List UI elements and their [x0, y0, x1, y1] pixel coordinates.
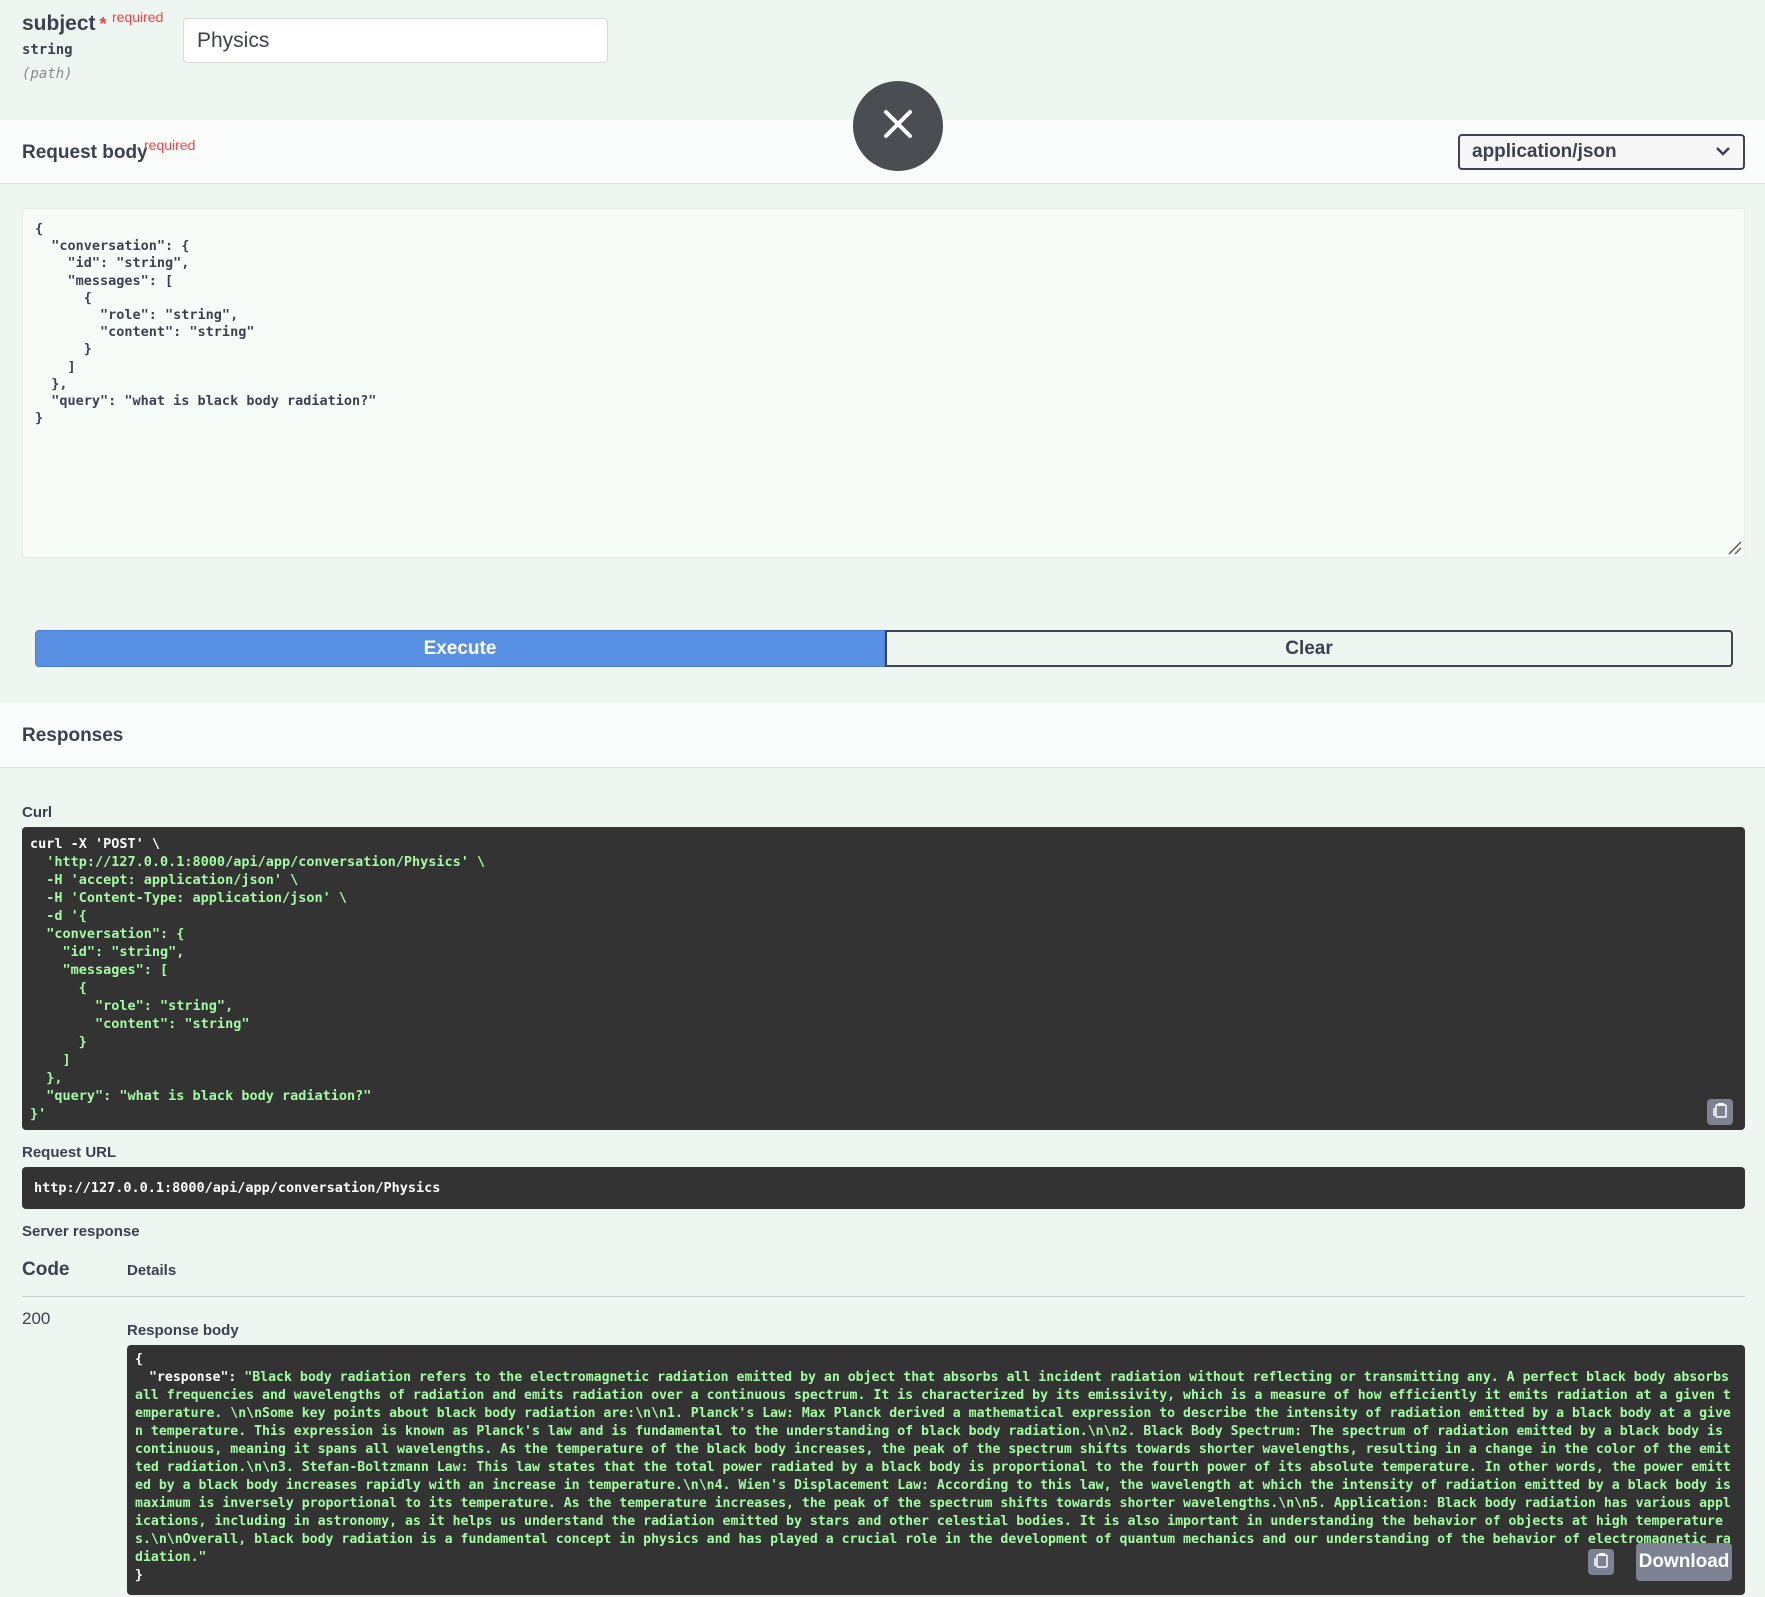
curl-line: curl -X 'POST' \	[30, 836, 161, 852]
copy-curl-button[interactable]	[1707, 1099, 1733, 1125]
request-url-value: http://127.0.0.1:8000/api/app/conversati…	[22, 1167, 1745, 1209]
response-key: "response":	[149, 1370, 237, 1385]
content-type-select[interactable]: application/json	[1458, 134, 1745, 170]
response-content: "response": "Black body radiation refers…	[135, 1369, 1737, 1567]
response-code: 200	[22, 1309, 51, 1328]
response-body-label: Response body	[127, 1322, 239, 1339]
curl-line: "conversation": {	[30, 926, 185, 942]
curl-line: {	[30, 980, 87, 996]
curl-label: Curl	[22, 804, 52, 821]
curl-line: 'http://127.0.0.1:8000/api/app/conversat…	[30, 854, 486, 870]
request-url-label: Request URL	[22, 1144, 117, 1161]
code-column-header: Code	[22, 1259, 70, 1280]
response-close-brace: }	[135, 1568, 143, 1583]
clear-button[interactable]: Clear	[885, 630, 1733, 667]
parameter-name: subject *	[22, 12, 107, 36]
request-body-required-label: required	[144, 137, 196, 153]
content-type-value: application/json	[1472, 141, 1617, 162]
details-column-header: Details	[127, 1262, 177, 1279]
curl-line: -H 'Content-Type: application/json' \	[30, 890, 347, 906]
copy-response-button[interactable]	[1588, 1549, 1614, 1575]
request-body-editor[interactable]: { "conversation": { "id": "string", "mes…	[22, 208, 1745, 558]
subject-input[interactable]: Physics	[183, 18, 608, 63]
parameter-required-label: required	[112, 9, 164, 25]
chevron-down-icon	[1715, 136, 1731, 179]
curl-line: "query": "what is black body radiation?"	[30, 1088, 372, 1104]
curl-line: "role": "string",	[30, 998, 234, 1014]
parameter-location: (path)	[22, 66, 73, 82]
curl-line: -d '{	[30, 908, 87, 924]
curl-line: }'	[30, 1106, 47, 1122]
table-divider	[22, 1296, 1745, 1297]
download-button[interactable]: Download	[1636, 1543, 1732, 1581]
parameter-name-text: subject	[22, 12, 96, 35]
parameter-type: string	[22, 42, 73, 58]
response-body: { "response": "Black body radiation refe…	[127, 1345, 1745, 1595]
request-body-title: Request body	[22, 142, 148, 163]
responses-header: Responses	[0, 703, 1765, 768]
copy-icon	[1711, 1101, 1729, 1124]
curl-line: "messages": [	[30, 962, 169, 978]
execute-button[interactable]: Execute	[35, 630, 885, 667]
server-response-label: Server response	[22, 1223, 140, 1240]
curl-line: ]	[30, 1052, 71, 1068]
response-text: "Black body radiation refers to the elec…	[135, 1370, 1731, 1565]
curl-line: }	[30, 1034, 87, 1050]
required-star: *	[99, 14, 107, 34]
close-button[interactable]	[853, 81, 943, 171]
curl-line: "id": "string",	[30, 944, 185, 960]
response-open-brace: {	[135, 1352, 143, 1367]
copy-icon	[1592, 1551, 1610, 1574]
curl-line: -H 'accept: application/json' \	[30, 872, 299, 888]
curl-line: "content": "string"	[30, 1016, 250, 1032]
close-icon	[881, 107, 915, 146]
curl-block: curl -X 'POST' \ 'http://127.0.0.1:8000/…	[22, 827, 1745, 1130]
resize-handle[interactable]	[1727, 540, 1743, 561]
responses-title: Responses	[22, 725, 124, 746]
curl-line: },	[30, 1070, 63, 1086]
